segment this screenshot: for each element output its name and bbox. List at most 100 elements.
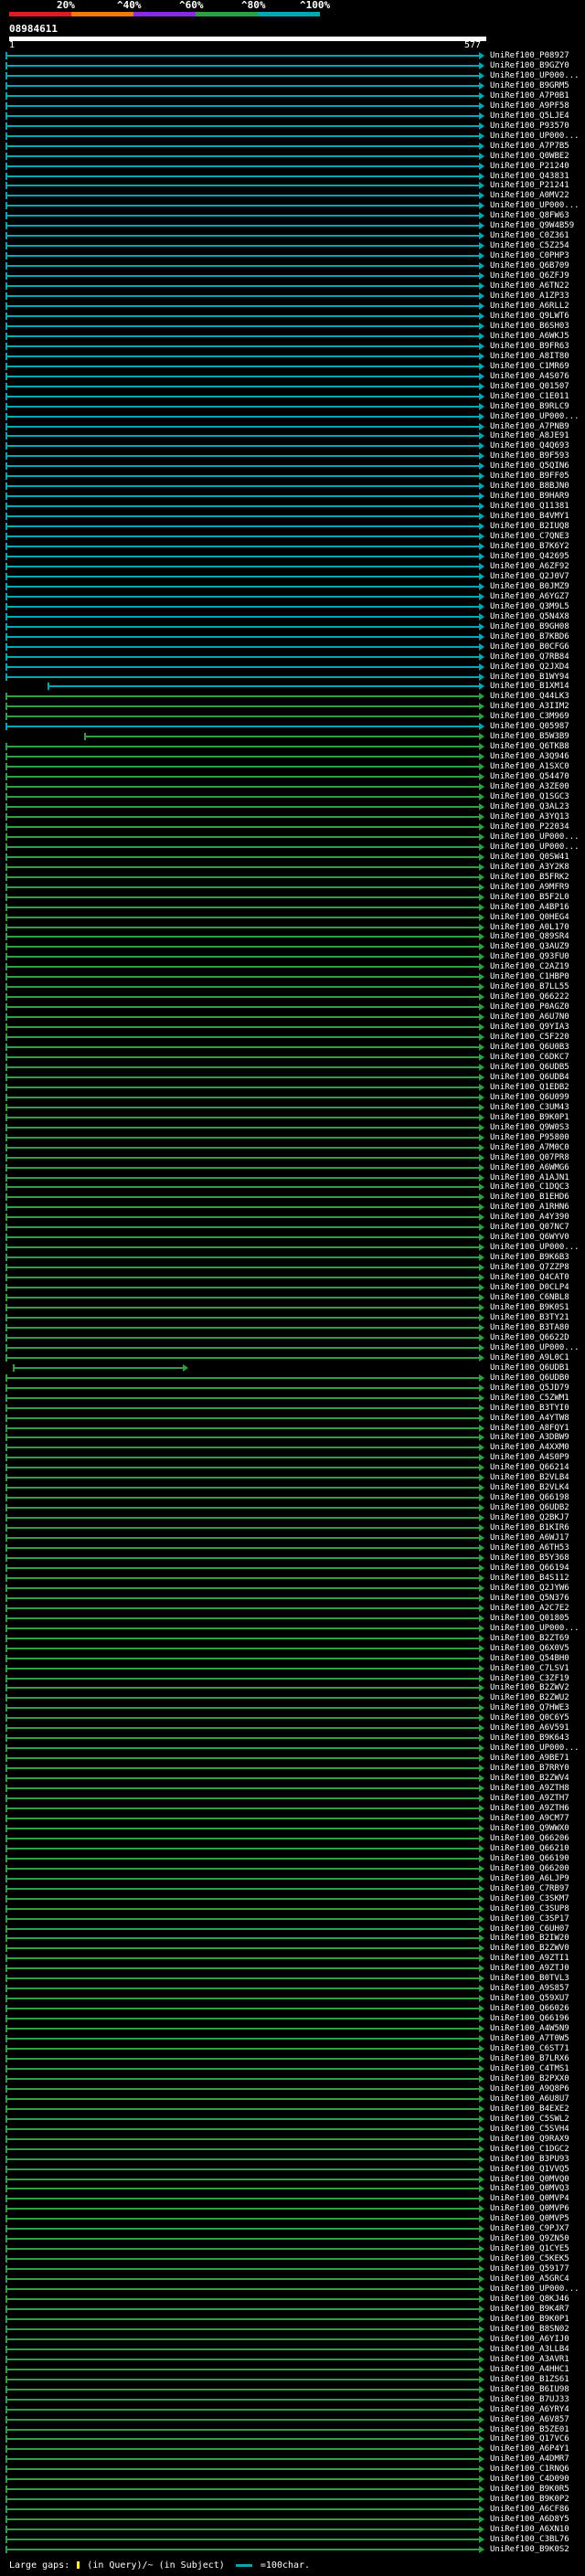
hit-label[interactable]: UniRef100_A4HHC1 [490, 2365, 569, 2374]
hit-label[interactable]: UniRef100_Q66190 [490, 1854, 569, 1863]
hit-label[interactable]: UniRef100_Q2JXD4 [490, 663, 569, 672]
hit-label[interactable]: UniRef100_P95800 [490, 1133, 569, 1142]
hit-label[interactable]: UniRef100_Q8FW63 [490, 211, 569, 220]
hit-row[interactable]: UniRef100_Q6U099 [0, 1093, 585, 1102]
hit-label[interactable]: UniRef100_C3BL76 [490, 2535, 569, 2544]
hit-label[interactable]: UniRef100_Q42695 [490, 552, 569, 561]
hit-row[interactable]: UniRef100_Q1EDB2 [0, 1083, 585, 1092]
hit-row[interactable]: UniRef100_Q0WBE2 [0, 152, 585, 161]
hit-row[interactable]: UniRef100_UP000... [0, 201, 585, 210]
hit-label[interactable]: UniRef100_Q11381 [490, 502, 569, 511]
hit-row[interactable]: UniRef100_Q66206 [0, 1834, 585, 1843]
hit-label[interactable]: UniRef100_B2ZT69 [490, 1634, 569, 1643]
hit-row[interactable]: UniRef100_Q2BKJ7 [0, 1513, 585, 1522]
hit-label[interactable]: UniRef100_A6TN22 [490, 281, 569, 291]
hit-row[interactable]: UniRef100_B7UJ33 [0, 2395, 585, 2404]
hit-row[interactable]: UniRef100_UP000... [0, 1744, 585, 1753]
hit-row[interactable]: UniRef100_B7LRX6 [0, 2054, 585, 2063]
hit-label[interactable]: UniRef100_B6SH03 [490, 322, 569, 331]
hit-label[interactable]: UniRef100_B8BJN0 [490, 482, 569, 491]
hit-row[interactable]: UniRef100_A6D8Y5 [0, 2515, 585, 2524]
hit-row[interactable]: UniRef100_B7KBD6 [0, 632, 585, 641]
hit-label[interactable]: UniRef100_C5KEK5 [490, 2254, 569, 2263]
hit-label[interactable]: UniRef100_Q9YIA3 [490, 1023, 569, 1032]
hit-row[interactable]: UniRef100_Q4Q693 [0, 441, 585, 451]
hit-label[interactable]: UniRef100_Q66214 [490, 1463, 569, 1472]
hit-label[interactable]: UniRef100_C3ZF19 [490, 1674, 569, 1683]
hit-row[interactable]: UniRef100_A6WKJ5 [0, 332, 585, 341]
hit-label[interactable]: UniRef100_C3M969 [490, 712, 569, 721]
hit-label[interactable]: UniRef100_Q66194 [490, 1564, 569, 1573]
hit-row[interactable]: UniRef100_Q54470 [0, 772, 585, 781]
hit-label[interactable]: UniRef100_Q66210 [490, 1844, 569, 1853]
hit-label[interactable]: UniRef100_A6RLL2 [490, 302, 569, 311]
hit-row[interactable]: UniRef100_Q59177 [0, 2264, 585, 2274]
hit-label[interactable]: UniRef100_Q1VVQ5 [490, 2165, 569, 2174]
hit-row[interactable]: UniRef100_B8SN02 [0, 2325, 585, 2334]
hit-row[interactable]: UniRef100_C9PJX7 [0, 2224, 585, 2233]
hit-label[interactable]: UniRef100_C3SKM7 [490, 1894, 569, 1903]
hit-row[interactable]: UniRef100_Q9LWT6 [0, 312, 585, 321]
hit-label[interactable]: UniRef100_A6U8U7 [490, 2094, 569, 2104]
hit-label[interactable]: UniRef100_B9GH08 [490, 622, 569, 631]
hit-row[interactable]: UniRef100_A1ZP33 [0, 292, 585, 301]
hit-label[interactable]: UniRef100_B4EXE2 [490, 2104, 569, 2114]
hit-label[interactable]: UniRef100_B2IW20 [490, 1934, 569, 1943]
hit-row[interactable]: UniRef100_B0CFG6 [0, 642, 585, 652]
hit-label[interactable]: UniRef100_Q66206 [490, 1834, 569, 1843]
hit-row[interactable]: UniRef100_Q0MVQ3 [0, 2184, 585, 2193]
hit-row[interactable]: UniRef100_A9ZTI1 [0, 1954, 585, 1963]
hit-row[interactable]: UniRef100_B4VMY1 [0, 512, 585, 521]
hit-label[interactable]: UniRef100_UP000... [490, 1744, 580, 1753]
hit-label[interactable]: UniRef100_A6CF86 [490, 2505, 569, 2514]
hit-label[interactable]: UniRef100_UP000... [490, 2284, 580, 2294]
hit-label[interactable]: UniRef100_C7RB97 [490, 1884, 569, 1893]
hit-label[interactable]: UniRef100_UP000... [490, 201, 580, 210]
hit-row[interactable]: UniRef100_C2AZ19 [0, 962, 585, 971]
hit-row[interactable]: UniRef100_A7T0W5 [0, 2034, 585, 2043]
hit-row[interactable]: UniRef100_Q11381 [0, 502, 585, 511]
hit-row[interactable]: UniRef100_UP000... [0, 71, 585, 80]
hit-row[interactable]: UniRef100_Q0MVP4 [0, 2194, 585, 2203]
hit-row[interactable]: UniRef100_Q6TKB8 [0, 742, 585, 751]
hit-label[interactable]: UniRef100_A6YGZ7 [490, 592, 569, 601]
hit-row[interactable]: UniRef100_P22034 [0, 822, 585, 832]
hit-label[interactable]: UniRef100_A6V591 [490, 1723, 569, 1733]
hit-row[interactable]: UniRef100_B1WY94 [0, 673, 585, 682]
hit-row[interactable]: UniRef100_Q1SGC3 [0, 792, 585, 801]
hit-label[interactable]: UniRef100_A7P7B5 [490, 142, 569, 151]
hit-label[interactable]: UniRef100_C3UM43 [490, 1103, 569, 1112]
hit-label[interactable]: UniRef100_P0AGZ0 [490, 1002, 569, 1012]
hit-row[interactable]: UniRef100_B2ZWV2 [0, 1683, 585, 1692]
hit-label[interactable]: UniRef100_Q5N376 [490, 1594, 569, 1603]
hit-row[interactable]: UniRef100_C7RB97 [0, 1884, 585, 1893]
hit-label[interactable]: UniRef100_Q7RB84 [490, 652, 569, 662]
hit-label[interactable]: UniRef100_Q9W4B59 [490, 221, 574, 230]
hit-label[interactable]: UniRef100_Q6TKB8 [490, 742, 569, 751]
hit-row[interactable]: UniRef100_Q6ZFJ9 [0, 271, 585, 281]
hit-row[interactable]: UniRef100_C7QNE3 [0, 532, 585, 541]
hit-row[interactable]: UniRef100_Q66210 [0, 1844, 585, 1853]
hit-row[interactable]: UniRef100_A7P7B5 [0, 142, 585, 151]
hit-row[interactable]: UniRef100_A8JE91 [0, 431, 585, 440]
hit-row[interactable]: UniRef100_A6XN10 [0, 2525, 585, 2534]
hit-label[interactable]: UniRef100_A4BP16 [490, 903, 569, 912]
hit-row[interactable]: UniRef100_C6UH07 [0, 1924, 585, 1934]
hit-label[interactable]: UniRef100_B1KIR6 [490, 1523, 569, 1532]
hit-row[interactable]: UniRef100_A4XXM0 [0, 1443, 585, 1452]
hit-row[interactable]: UniRef100_B9GH08 [0, 622, 585, 631]
hit-row[interactable]: UniRef100_Q44LK3 [0, 692, 585, 701]
hit-label[interactable]: UniRef100_A4XXM0 [490, 1443, 569, 1452]
hit-label[interactable]: UniRef100_A9MFR9 [490, 883, 569, 892]
hit-label[interactable]: UniRef100_A6V857 [490, 2415, 569, 2424]
hit-row[interactable]: UniRef100_A9ZTH6 [0, 1804, 585, 1813]
hit-row[interactable]: UniRef100_A1AJN1 [0, 1173, 585, 1182]
hit-label[interactable]: UniRef100_Q54BH0 [490, 1654, 569, 1663]
hit-row[interactable]: UniRef100_A9PF58 [0, 101, 585, 111]
hit-row[interactable]: UniRef100_B2ZWV0 [0, 1944, 585, 1953]
hit-label[interactable]: UniRef100_B9RLC9 [490, 402, 569, 411]
hit-label[interactable]: UniRef100_Q6UDB2 [490, 1503, 569, 1512]
hit-label[interactable]: UniRef100_Q0WBE2 [490, 152, 569, 161]
hit-row[interactable]: UniRef100_Q0SW41 [0, 853, 585, 862]
hit-label[interactable]: UniRef100_Q1CYE5 [490, 2244, 569, 2253]
